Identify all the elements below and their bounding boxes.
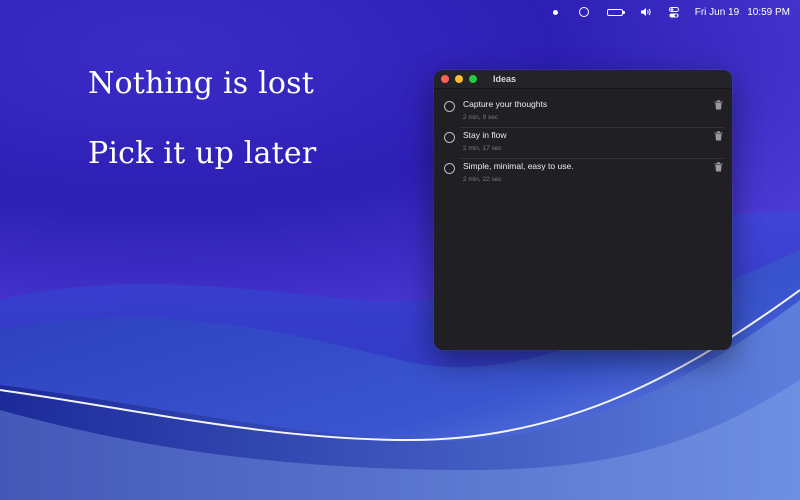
item-title: Simple, minimal, easy to use. (463, 161, 574, 171)
item-title: Capture your thoughts (463, 99, 548, 109)
item-duration: 2 min, 17 sec (463, 145, 502, 152)
menu-bar-clock[interactable]: Fri Jun 19 10:59 PM (695, 7, 790, 18)
list-item[interactable]: Simple, minimal, easy to use. 2 min, 22 … (434, 158, 732, 190)
ideas-list: Capture your thoughts 2 min, 9 sec Stay … (434, 89, 732, 190)
list-item[interactable]: Capture your thoughts 2 min, 9 sec (434, 97, 732, 128)
time-label: 10:59 PM (747, 6, 790, 18)
window-title: Ideas (493, 74, 517, 84)
item-duration: 2 min, 9 sec (463, 114, 499, 121)
battery-icon[interactable] (605, 5, 625, 19)
complete-checkbox[interactable] (444, 132, 455, 143)
window-titlebar[interactable]: Ideas (434, 70, 732, 89)
complete-checkbox[interactable] (444, 101, 455, 112)
trash-icon[interactable] (714, 162, 723, 172)
activity-ring-icon[interactable] (577, 5, 591, 19)
trash-icon[interactable] (714, 131, 723, 141)
hero-headline: Nothing is lost (88, 66, 314, 101)
menu-bar: Fri Jun 19 10:59 PM (0, 0, 800, 24)
complete-checkbox[interactable] (444, 163, 455, 174)
date-label: Fri Jun 19 (694, 6, 740, 18)
trash-icon[interactable] (714, 100, 723, 110)
volume-icon[interactable] (639, 5, 653, 19)
list-item[interactable]: Stay in flow 2 min, 17 sec (434, 127, 732, 159)
item-title: Stay in flow (463, 130, 507, 140)
item-duration: 2 min, 22 sec (463, 176, 502, 183)
dot-icon[interactable] (549, 5, 563, 19)
ideas-window: Ideas Capture your thoughts 2 min, 9 sec… (434, 70, 732, 350)
hero-subheadline: Pick it up later (88, 136, 317, 171)
maximize-window-button[interactable] (469, 75, 477, 83)
minimize-window-button[interactable] (455, 75, 463, 83)
control-center-icon[interactable] (667, 5, 681, 19)
close-window-button[interactable] (441, 75, 449, 83)
